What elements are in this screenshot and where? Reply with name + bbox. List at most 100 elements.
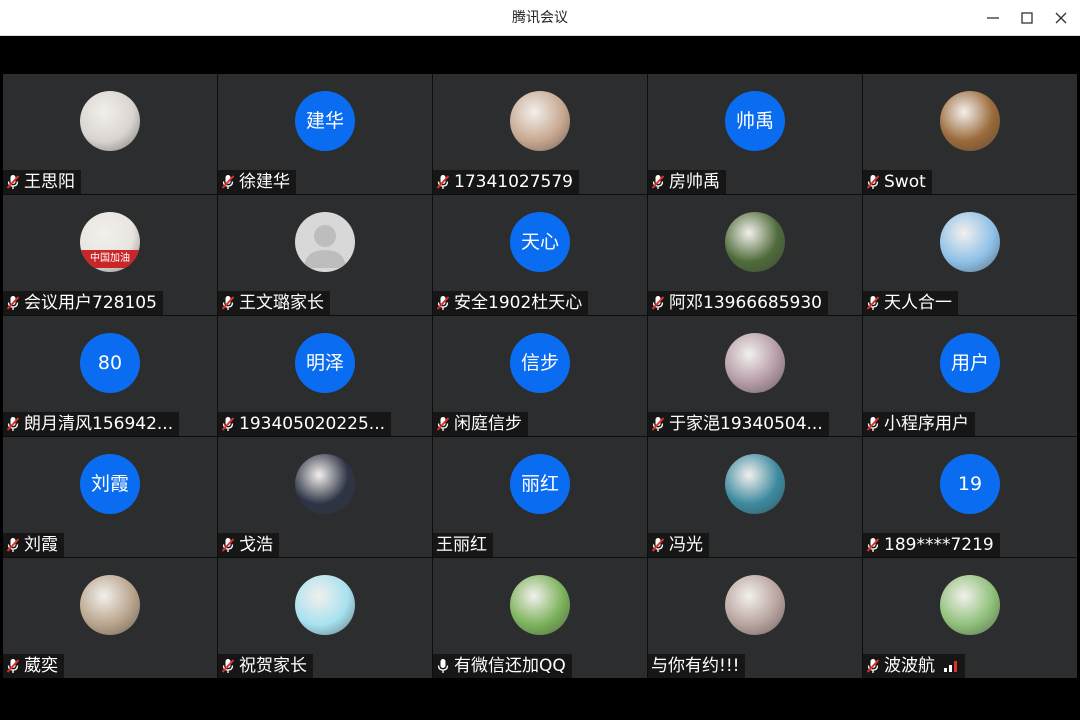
name-tag: 193405020225... — [218, 412, 392, 436]
participant-name: 朗月清风156942... — [24, 414, 174, 434]
name-tag: 祝贺家长 — [218, 654, 313, 678]
participant-tile[interactable]: 刘霞 刘霞 — [3, 437, 217, 557]
mic-muted-icon — [6, 538, 20, 552]
avatar-initials: 19 — [940, 454, 1000, 514]
default-avatar-icon — [295, 212, 355, 272]
avatar-photo — [295, 575, 355, 635]
participant-name: 葳奕 — [24, 656, 58, 676]
participant-tile[interactable]: 于家浥19340504... — [648, 316, 862, 436]
mic-muted-icon — [6, 175, 20, 189]
avatar-photo — [940, 91, 1000, 151]
window-title: 腾讯会议 — [512, 10, 568, 26]
mic-muted-icon — [436, 417, 450, 431]
participant-tile[interactable]: 明泽 193405020225... — [218, 316, 432, 436]
participant-name: 祝贺家长 — [239, 656, 307, 676]
participant-name: Swot — [884, 172, 926, 192]
avatar-initials: 明泽 — [295, 333, 355, 393]
mic-muted-icon — [651, 538, 665, 552]
participant-tile[interactable]: 17341027579 — [433, 74, 647, 194]
name-tag: 波波航 — [863, 654, 965, 678]
participant-tile[interactable]: 19 189****7219 — [863, 437, 1077, 557]
mic-muted-icon — [866, 296, 880, 310]
name-tag: Swot — [863, 170, 932, 194]
participant-name: 会议用户728105 — [24, 293, 157, 313]
avatar-initials: 用户 — [940, 333, 1000, 393]
name-tag: 闲庭信步 — [433, 412, 528, 436]
mic-muted-icon — [436, 175, 450, 189]
participant-tile[interactable]: Swot — [863, 74, 1077, 194]
participant-name: 小程序用户 — [884, 414, 969, 434]
participant-tile[interactable]: 天人合一 — [863, 195, 1077, 315]
name-tag: 会议用户728105 — [3, 291, 163, 315]
name-tag: 戈浩 — [218, 533, 279, 557]
avatar-initials-text: 建华 — [305, 109, 344, 132]
mic-muted-icon — [221, 296, 235, 310]
participant-tile[interactable]: 用户小程序用户 — [863, 316, 1077, 436]
participant-tile[interactable]: 王文璐家长 — [218, 195, 432, 315]
mic-muted-icon — [866, 659, 880, 673]
participant-tile[interactable]: 葳奕 — [3, 558, 217, 678]
bottom-black-strip — [3, 678, 1077, 718]
participant-tile[interactable]: 冯光 — [648, 437, 862, 557]
participant-tile[interactable]: 波波航 — [863, 558, 1077, 678]
participant-name: 于家浥19340504... — [669, 414, 823, 434]
mic-muted-icon — [866, 417, 880, 431]
minimize-button[interactable] — [976, 0, 1010, 36]
mic-icon — [437, 659, 449, 673]
avatar-initials: 刘霞 — [80, 454, 140, 514]
maximize-button[interactable] — [1010, 0, 1044, 36]
participant-tile[interactable]: 天心 安全1902杜天心 — [433, 195, 647, 315]
name-tag: 17341027579 — [433, 170, 579, 194]
participant-name: 与你有约!!! — [651, 656, 740, 676]
participant-tile[interactable]: 80 朗月清风156942... — [3, 316, 217, 436]
name-tag: 于家浥19340504... — [648, 412, 829, 436]
participant-tile[interactable]: 中国加油会议用户728105 — [3, 195, 217, 315]
mic-muted-icon — [866, 538, 880, 552]
mic-muted-icon — [651, 417, 665, 431]
participant-name: 戈浩 — [239, 535, 273, 555]
avatar-photo — [80, 575, 140, 635]
participant-tile[interactable]: 阿邓13966685930 — [648, 195, 862, 315]
participant-tile[interactable]: 有微信还加QQ — [433, 558, 647, 678]
avatar-initials: 帅禹 — [725, 91, 785, 151]
close-button[interactable] — [1044, 0, 1078, 36]
mic-muted-icon — [221, 538, 235, 552]
participant-tile[interactable]: 王思阳 — [3, 74, 217, 194]
name-tag: 王思阳 — [3, 170, 81, 194]
avatar-initials-text: 信步 — [520, 351, 559, 374]
avatar-photo — [295, 454, 355, 514]
avatar-initials-text: 80 — [97, 351, 123, 374]
name-tag: 与你有约!!! — [648, 654, 746, 678]
avatar-photo — [80, 91, 140, 151]
participant-name: 193405020225... — [239, 414, 386, 434]
participant-tile[interactable]: 祝贺家长 — [218, 558, 432, 678]
avatar-initials-text: 用户 — [950, 351, 989, 374]
avatar-photo — [940, 575, 1000, 635]
name-tag: 189****7219 — [863, 533, 1000, 557]
participant-name: 房帅禹 — [669, 172, 720, 192]
name-tag: 阿邓13966685930 — [648, 291, 828, 315]
participant-name: 王丽红 — [436, 535, 487, 555]
participant-tile[interactable]: 建华 徐建华 — [218, 74, 432, 194]
avatar-photo — [940, 212, 1000, 272]
name-tag: 刘霞 — [3, 533, 64, 557]
participant-name: 波波航 — [884, 656, 935, 676]
avatar-caption: 中国加油 — [80, 250, 140, 268]
participant-name: 王思阳 — [24, 172, 75, 192]
mic-muted-icon — [6, 417, 20, 431]
avatar-photo — [725, 575, 785, 635]
name-tag: 葳奕 — [3, 654, 64, 678]
avatar-photo — [725, 212, 785, 272]
participant-name: 刘霞 — [24, 535, 58, 555]
participant-tile[interactable]: 信步闲庭信步 — [433, 316, 647, 436]
name-tag: 朗月清风156942... — [3, 412, 180, 436]
participant-tile[interactable]: 戈浩 — [218, 437, 432, 557]
title-bar[interactable]: 腾讯会议 — [0, 0, 1080, 36]
participant-tile[interactable]: 帅禹房帅禹 — [648, 74, 862, 194]
avatar-initials: 80 — [80, 333, 140, 393]
participant-grid: 王思阳 建华 徐建华 17341027579 帅禹房帅禹 Swot 中国加油会议用户7281… — [3, 74, 1077, 678]
participant-tile[interactable]: 与你有约!!! — [648, 558, 862, 678]
mic-muted-icon — [651, 296, 665, 310]
participant-tile[interactable]: 丽红 王丽红 — [433, 437, 647, 557]
avatar-initials: 天心 — [510, 212, 570, 272]
